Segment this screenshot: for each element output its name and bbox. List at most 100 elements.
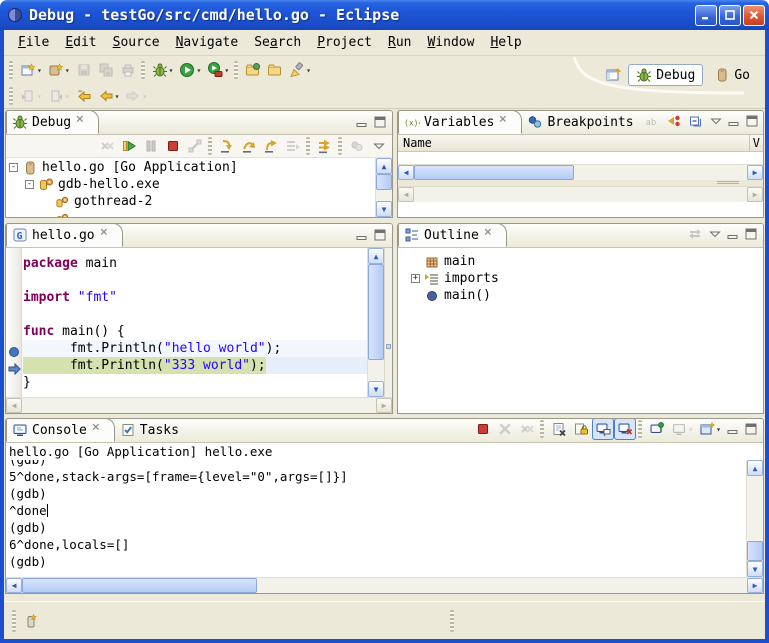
collapse-all-button[interactable]: [685, 110, 707, 132]
console-output[interactable]: (gdb) 5^done,stack-args=[frame={level="0…: [6, 460, 746, 577]
run-external-tools-dropdown[interactable]: ▾: [224, 66, 229, 75]
scroll-up-button[interactable]: ▲: [368, 248, 384, 264]
close-button[interactable]: [743, 5, 765, 26]
scroll-lock-button[interactable]: [570, 418, 592, 440]
tab-variables[interactable]: (x)= Variables: [398, 110, 522, 134]
scrollbar-thumb[interactable]: [376, 174, 392, 190]
scroll-down-button[interactable]: ▼: [747, 561, 763, 577]
outline-node-main-[interactable]: main(): [408, 287, 763, 304]
scroll-left-button[interactable]: ◀: [6, 578, 22, 593]
menu-edit[interactable]: Edit: [57, 33, 104, 52]
menu-window[interactable]: Window: [419, 33, 482, 52]
tab-tasks[interactable]: Tasks: [115, 418, 186, 442]
debug-vscrollbar[interactable]: ▲ ▼: [375, 158, 392, 217]
scrollbar-thumb[interactable]: [414, 165, 574, 180]
code-editor[interactable]: package mainimport "fmt"func main() { fm…: [6, 248, 367, 397]
debug-node-gdb-hello-exe[interactable]: -gdb-hello.exe: [6, 176, 375, 193]
instruction-pointer-icon[interactable]: [8, 360, 20, 372]
open-resource-button[interactable]: [264, 59, 286, 81]
scroll-right-button[interactable]: ▶: [747, 165, 763, 180]
breakpoint-icon[interactable]: [8, 343, 20, 355]
step-return-button[interactable]: [260, 136, 282, 156]
back-button[interactable]: ▾: [95, 85, 123, 107]
menu-search[interactable]: Search: [246, 33, 309, 52]
scrollbar-thumb[interactable]: [747, 541, 763, 561]
minimize-view-button[interactable]: [724, 421, 742, 437]
perspective-go[interactable]: Go: [707, 65, 757, 85]
column-name-header[interactable]: Name: [403, 136, 432, 150]
editor-vscrollbar[interactable]: ▲ ▼: [367, 248, 384, 397]
open-type-button[interactable]: [242, 59, 264, 81]
menu-source[interactable]: Source: [105, 33, 168, 52]
last-edit-location-button[interactable]: [73, 85, 95, 107]
debug-node[interactable]: [6, 210, 375, 217]
new-go-element-dropdown[interactable]: ▾: [65, 66, 70, 75]
tree-expander[interactable]: -: [25, 180, 34, 189]
maximize-view-button[interactable]: [742, 421, 760, 437]
back-dropdown[interactable]: ▾: [115, 92, 120, 101]
scroll-up-button[interactable]: ▲: [376, 158, 392, 174]
new-wizard-button[interactable]: ▾: [17, 59, 45, 81]
pin-console-button[interactable]: [646, 418, 668, 440]
scroll-down-button[interactable]: ▼: [376, 201, 392, 217]
minimize-button[interactable]: [695, 5, 717, 26]
menu-file[interactable]: File: [10, 33, 57, 52]
terminate-button[interactable]: [472, 418, 494, 440]
tree-expander[interactable]: -: [9, 163, 18, 172]
outline-node-main[interactable]: main: [408, 253, 763, 270]
annotation-mark[interactable]: [386, 344, 391, 349]
console-vscrollbar[interactable]: ▲ ▼: [746, 460, 763, 577]
close-tab-icon[interactable]: [99, 227, 115, 243]
minimize-view-button[interactable]: [353, 114, 371, 130]
show-stderr-changes-button[interactable]: [614, 418, 636, 440]
tab-hello-go[interactable]: G hello.go: [6, 223, 123, 247]
open-console-dropdown[interactable]: ▾: [716, 425, 721, 434]
variables-detail-pane[interactable]: [398, 202, 763, 217]
menu-help[interactable]: Help: [482, 33, 529, 52]
statusbar-grip[interactable]: [12, 610, 16, 632]
use-step-filters-button[interactable]: [314, 136, 336, 156]
minimize-view-button[interactable]: [724, 226, 742, 242]
scrollbar-thumb[interactable]: [368, 264, 384, 360]
view-menu-button[interactable]: [707, 113, 725, 129]
maximize-view-button[interactable]: [371, 114, 389, 130]
overview-ruler[interactable]: [384, 248, 392, 397]
close-tab-icon[interactable]: [91, 422, 107, 438]
open-perspective-button[interactable]: [602, 64, 624, 86]
tab-debug[interactable]: Debug: [6, 110, 99, 134]
maximize-view-button[interactable]: [743, 113, 761, 129]
tab-breakpoints[interactable]: Breakpoints: [522, 110, 640, 134]
maximize-view-button[interactable]: [742, 226, 760, 242]
search-button[interactable]: ▾: [286, 59, 314, 81]
run-external-tools-button[interactable]: ▾: [204, 59, 232, 81]
statusbar-grip[interactable]: [450, 610, 454, 632]
terminate-button[interactable]: [162, 136, 184, 156]
show-logical-structure-button[interactable]: [663, 110, 685, 132]
new-wizard-dropdown[interactable]: ▾: [37, 66, 42, 75]
debug-node-hello-go-go-application-[interactable]: -hello.go [Go Application]: [6, 159, 375, 176]
close-tab-icon[interactable]: [483, 227, 499, 243]
debug-node-gothread-2[interactable]: gothread-2: [6, 193, 375, 210]
perspective-debug[interactable]: Debug: [628, 64, 703, 86]
run-dropdown[interactable]: ▾: [196, 66, 201, 75]
scroll-left-button[interactable]: ◀: [398, 165, 414, 180]
fast-view-button[interactable]: [20, 610, 42, 632]
search-dropdown[interactable]: ▾: [306, 66, 311, 75]
step-into-button[interactable]: [216, 136, 238, 156]
breakpoint-ruler[interactable]: [6, 248, 22, 397]
menu-project[interactable]: Project: [309, 33, 380, 52]
console-hscrollbar[interactable]: ◀ ▶: [6, 577, 763, 593]
new-go-element-button[interactable]: ▾: [45, 59, 73, 81]
tree-expander[interactable]: +: [411, 274, 420, 283]
step-over-button[interactable]: [238, 136, 260, 156]
open-console-button[interactable]: ▾: [696, 418, 724, 440]
run-button[interactable]: ▾: [176, 59, 204, 81]
scroll-down-button[interactable]: ▼: [368, 381, 384, 397]
view-menu-button[interactable]: [706, 226, 724, 242]
tab-console[interactable]: Console: [6, 418, 115, 442]
tab-outline[interactable]: Outline: [398, 223, 507, 247]
debug-dropdown[interactable]: ▾: [169, 66, 174, 75]
variables-tree[interactable]: [398, 152, 763, 164]
scroll-up-button[interactable]: ▲: [747, 460, 763, 476]
column-value-header[interactable]: V: [749, 135, 763, 151]
